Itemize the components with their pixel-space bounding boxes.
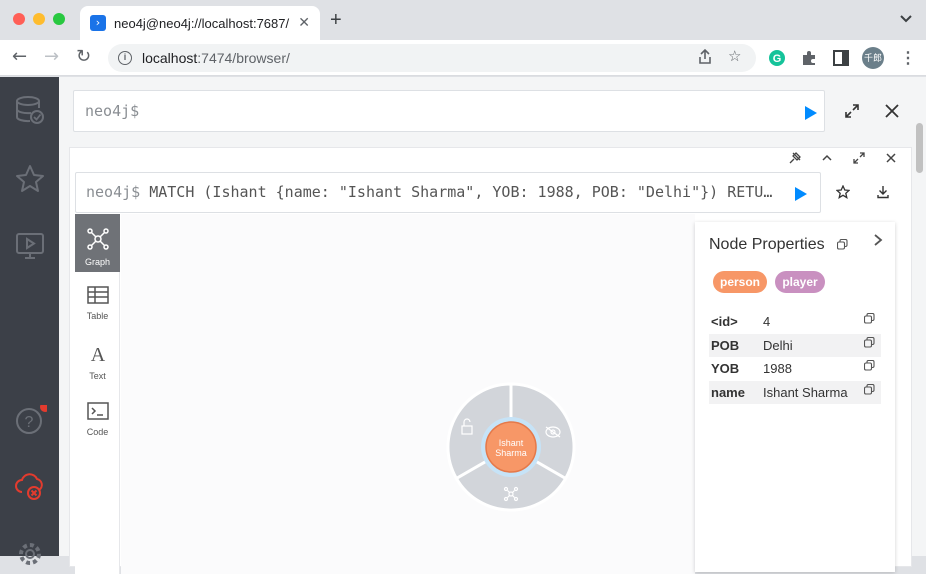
tab-text[interactable]: A Text [75,330,120,388]
property-value: 1988 [763,361,792,376]
grammarly-extension-icon[interactable]: G [768,49,786,72]
tab-table-label: Table [86,311,109,321]
code-icon [86,402,109,420]
label-badge-person[interactable]: person [713,271,767,293]
table-icon [86,286,109,304]
node-context-ring [446,382,576,512]
page-scrollbar[interactable] [916,123,923,173]
neo4j-main: neo4j$ neo4j$ MATCH (Ishant {name: "Isha… [59,77,926,574]
tab-code[interactable]: Code [75,388,120,446]
collapse-panel-chevron-icon[interactable] [873,232,883,251]
side-panel-icon[interactable] [832,49,850,72]
run-query-button[interactable] [804,105,818,126]
property-value: Delhi [763,338,793,353]
minimize-window-button[interactable] [33,13,45,25]
download-icon[interactable] [876,185,890,203]
help-icon[interactable]: ? [15,402,50,434]
bookmark-star-icon[interactable]: ☆ [728,47,741,65]
node-caption-line1: Ishant [498,438,524,448]
tab-text-label: Text [89,371,106,381]
expand-frame-icon[interactable] [853,152,865,167]
profile-avatar[interactable]: 千郎 [862,47,884,69]
result-frame: neo4j$ MATCH (Ishant {name: "Ishant Shar… [69,147,912,574]
tab-table[interactable]: Table [75,272,120,330]
forward-button[interactable]: → [44,47,59,67]
result-view-tabs: Graph Table A Text Code [75,214,120,574]
copy-property-icon[interactable] [863,310,875,333]
property-key: YOB [711,361,740,376]
tab-graph[interactable]: Graph [75,214,120,272]
close-frame-icon[interactable] [885,152,897,167]
database-icon[interactable] [15,95,44,124]
close-window-button[interactable] [13,13,25,25]
editor-prompt: neo4j$ [85,102,140,120]
text-icon: A [90,344,105,366]
favorites-star-icon[interactable] [15,164,44,192]
browser-menu-icon[interactable]: ⋮ [900,48,916,68]
back-button[interactable]: ← [12,47,27,67]
maximize-window-button[interactable] [53,13,65,25]
fullscreen-icon[interactable] [845,103,859,123]
settings-gear-icon[interactable] [15,539,43,567]
pin-frame-icon[interactable] [789,152,801,167]
svg-text:?: ? [25,414,34,431]
url-text[interactable]: localhost:7474/browser/ [142,50,290,66]
node-properties-panel: Node Properties person player <id> 4 POB… [695,222,895,572]
node-caption: Ishant Sharma [486,438,536,458]
copy-all-icon[interactable] [836,238,848,253]
label-badge-player[interactable]: player [775,271,825,293]
copy-property-icon[interactable] [863,334,875,357]
address-bar[interactable]: i localhost:7474/browser/ ☆ [108,44,756,72]
property-row: <id> 4 [709,310,881,333]
tab-search-chevron-icon[interactable] [900,12,912,26]
connection-error-icon[interactable] [15,472,43,500]
reload-button[interactable]: ↻ [76,47,91,67]
new-tab-button[interactable]: + [330,10,342,30]
tab-title: neo4j@neo4j://localhost:7687/ [114,16,290,31]
rerun-query-button[interactable] [794,186,808,207]
extensions-puzzle-icon[interactable] [800,49,818,72]
property-row: YOB 1988 [709,357,881,380]
tab-code-label: Code [86,427,109,437]
copy-property-icon[interactable] [863,357,875,380]
neo4j-sidebar: ? [0,77,59,565]
properties-title: Node Properties [709,236,825,253]
cypher-editor[interactable]: neo4j$ [73,90,825,132]
frame-query-text: MATCH (Ishant {name: "Ishant Sharma", YO… [149,183,776,201]
property-key: name [711,385,745,400]
url-host: localhost [142,50,198,66]
property-row: POB Delhi [709,334,881,357]
guides-play-icon[interactable] [15,231,44,259]
favorite-query-star-icon[interactable] [835,184,851,203]
close-tab-icon[interactable]: ✕ [298,14,310,31]
property-key: <id> [711,314,738,329]
copy-property-icon[interactable] [863,381,875,404]
tab-graph-label: Graph [84,257,110,267]
clear-editor-icon[interactable] [885,103,899,123]
neo4j-favicon-icon: › [90,15,106,31]
url-path: :7474/browser/ [197,50,290,66]
node-caption-line2: Sharma [495,448,527,458]
property-row: name Ishant Sharma [709,381,881,404]
browser-tab-strip: › neo4j@neo4j://localhost:7687/ ✕ + [0,0,926,40]
browser-tab[interactable]: › neo4j@neo4j://localhost:7687/ ✕ [80,6,320,40]
frame-query-editor[interactable]: neo4j$ MATCH (Ishant {name: "Ishant Shar… [75,172,821,213]
svg-text:G: G [773,53,782,65]
browser-toolbar: ← → ↻ i localhost:7474/browser/ ☆ G 千郎 ⋮ [0,40,926,76]
site-info-icon[interactable]: i [118,51,132,65]
collapse-frame-icon[interactable] [821,152,833,167]
property-value: Ishant Sharma [763,385,848,400]
property-value: 4 [763,314,771,329]
graph-icon [86,228,109,250]
share-icon[interactable] [698,48,712,69]
frame-query[interactable]: neo4j$ MATCH (Ishant {name: "Ishant Shar… [86,183,776,201]
svg-text:A: A [90,344,105,364]
property-key: POB [711,338,740,353]
graph-canvas[interactable]: Ishant Sharma [121,214,695,574]
frame-prompt: neo4j$ [86,183,141,201]
